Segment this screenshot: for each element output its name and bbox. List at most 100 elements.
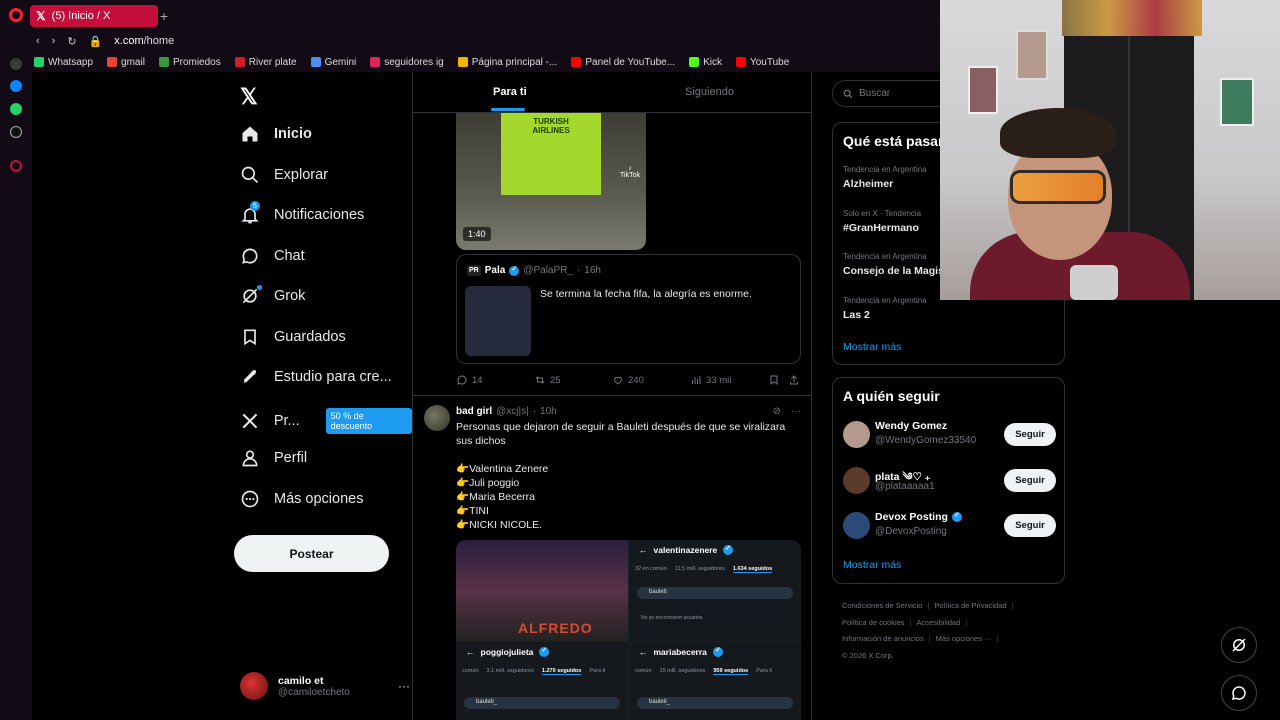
footer-link[interactable]: Accesibilidad — [917, 618, 961, 627]
reply-button[interactable]: 14 — [456, 374, 483, 386]
left-navigation: 𝕏 Inicio Explorar Notificaciones 5 Chat Grok G… — [232, 72, 412, 720]
home-icon — [242, 126, 258, 142]
bookmark-item[interactable]: River plate — [234, 57, 297, 68]
search-icon — [241, 166, 259, 183]
address-bar: ‹ › ↻ 🔒 x.com/home — [0, 30, 940, 52]
footer-link[interactable]: Política de cookies — [842, 618, 905, 627]
nav-item-grok[interactable]: Grok — [240, 285, 305, 306]
repost-button[interactable]: 25 — [534, 374, 561, 386]
tweet-actions: 14 25 240 33 mil — [456, 374, 801, 388]
bookmark-item[interactable]: seguidores ig — [370, 57, 444, 68]
trend-item[interactable]: Tendencia en Argentina Consejo de la Magi… — [843, 252, 947, 277]
like-button[interactable]: 240 — [612, 374, 644, 386]
back-icon[interactable]: ‹ — [36, 35, 40, 47]
tweet-text-line — [456, 448, 801, 462]
suggestion-handle: @plataaaaa1 — [875, 480, 935, 492]
media-screenshot[interactable]: ←poggiojulieta común3,1 mill. seguidores… — [456, 642, 628, 720]
account-switcher[interactable]: camilo et @camiloetcheto ··· — [240, 672, 410, 700]
nav-item-pr[interactable]: Pr... 50 % de descuento — [240, 407, 412, 434]
follow-button[interactable]: Seguir — [1004, 423, 1056, 446]
more-dots-icon[interactable]: ··· — [398, 679, 410, 693]
bookmark-item[interactable]: YouTube — [735, 57, 789, 68]
verified-icon — [509, 265, 520, 276]
media-screenshot[interactable]: ←mariabecerra común15 mill. seguidores95… — [629, 642, 801, 720]
trend-name: Alzheimer — [843, 178, 894, 190]
nav-label: Pr... — [273, 412, 300, 429]
follow-suggestion[interactable]: Devox Posting @DevoxPosting Seguir — [843, 511, 1056, 541]
nav-item-chat[interactable]: Chat — [240, 246, 305, 266]
bookmark-item[interactable]: Whatsapp — [34, 57, 93, 68]
show-more-trends-link[interactable]: Mostrar más — [843, 341, 901, 353]
bookmark-tweet-button[interactable] — [768, 374, 780, 386]
bookmark-favicon-icon — [571, 57, 582, 67]
avatar — [843, 512, 870, 539]
tweet-author-handle[interactable]: @xcj|s| — [496, 406, 529, 417]
bookmark-item[interactable]: gmail — [107, 57, 145, 68]
grok-fab-button[interactable] — [1221, 627, 1257, 663]
nav-label: Chat — [274, 247, 305, 264]
footer-link[interactable]: Información de anuncios — [842, 634, 924, 643]
quote-tweet[interactable]: PR Pala @PalaPR_ · 16h Se termina la fec… — [456, 254, 801, 364]
footer-link[interactable]: Más opciones ··· — [936, 634, 992, 643]
chat-icon — [242, 248, 258, 264]
follow-suggestion[interactable]: plata ༄♡ ₊ @plataaaaa1 Seguir — [843, 466, 1056, 496]
nav-item-explorar[interactable]: Explorar — [240, 165, 328, 185]
follow-button[interactable]: Seguir — [1004, 514, 1056, 537]
new-tab-icon[interactable]: + — [160, 8, 168, 24]
chat-icon — [1231, 686, 1246, 701]
nav-item-más-opciones[interactable]: Más opciones — [240, 489, 363, 509]
nav-item-perfil[interactable]: Perfil — [240, 448, 307, 468]
media-screenshot[interactable]: ←valentinazenere 32 en común11,5 mill. s… — [629, 540, 801, 641]
stat-label: 1.270 seguidos — [541, 668, 582, 675]
reload-icon[interactable]: ↻ — [67, 35, 76, 48]
nav-item-estudio-para-cre[interactable]: Estudio para cre... — [240, 367, 392, 387]
settings-icon[interactable] — [10, 160, 22, 172]
follow-suggestion[interactable]: Wendy Gomez @WendyGomez33540 Seguir — [843, 420, 1056, 450]
tab-following[interactable]: Siguiendo — [685, 86, 734, 98]
media-photo[interactable]: ALFREDO — [456, 540, 628, 641]
bookmark-item[interactable]: Promiedos — [158, 57, 221, 68]
forward-icon[interactable]: › — [52, 35, 56, 47]
nav-item-guardados[interactable]: Guardados — [240, 327, 346, 347]
person-icon — [242, 450, 258, 467]
url-field[interactable]: x.com/home — [114, 35, 174, 47]
trend-item[interactable]: Tendencia en Argentina Alzheimer — [843, 165, 927, 190]
video-thumbnail[interactable]: TURKISH AIRLINES ♪ TikTok 1:40 — [456, 113, 646, 250]
views-button[interactable]: 33 mil — [690, 374, 731, 386]
tweet-time[interactable]: 10h — [540, 406, 557, 417]
ai-icon[interactable] — [10, 58, 22, 70]
trend-item[interactable]: Tendencia en Argentina Las 2 — [843, 296, 927, 321]
bookmark-item[interactable]: Panel de YouTube... — [571, 57, 675, 68]
share-button[interactable] — [788, 374, 800, 386]
messenger-icon[interactable] — [10, 80, 22, 92]
trend-item[interactable]: Solo en X · Tendencia #GranHermano — [843, 209, 921, 234]
avatar[interactable] — [424, 405, 450, 431]
lock-icon: 🔒 — [88, 35, 103, 48]
tweet-text: Personas que dejaron de seguir a Bauleti… — [456, 420, 801, 532]
footer-link[interactable]: Condiciones de Servicio — [842, 601, 922, 610]
rocket-icon — [244, 370, 256, 383]
opera-logo-icon[interactable] — [9, 8, 23, 22]
bookmark-item[interactable]: Kick — [689, 57, 722, 68]
whatsapp-icon[interactable] — [10, 103, 22, 115]
follow-button[interactable]: Seguir — [1004, 468, 1056, 492]
grok-icon[interactable]: ⊘ — [773, 406, 781, 417]
footer-link[interactable]: Política de Privacidad — [934, 601, 1006, 610]
bookmark-favicon-icon — [158, 57, 169, 67]
tweet-author-name[interactable]: bad girl — [456, 406, 492, 417]
messages-fab-button[interactable] — [1221, 675, 1257, 711]
x-logo-icon[interactable]: 𝕏 — [240, 84, 258, 110]
x-icon[interactable] — [10, 126, 22, 138]
browser-tab[interactable]: 𝕏 (5) Inicio / X — [30, 5, 158, 27]
post-button[interactable]: Postear — [234, 535, 389, 572]
more-dots-icon[interactable]: ··· — [791, 406, 801, 417]
avatar — [843, 466, 870, 494]
bookmark-item[interactable]: Página principal -... — [457, 57, 557, 68]
nav-item-inicio[interactable]: Inicio — [240, 124, 312, 144]
stat-label: 959 seguidos — [713, 668, 749, 675]
show-more-follow-link[interactable]: Mostrar más — [843, 559, 901, 571]
tweet-media-grid[interactable]: ALFREDO ←valentinazenere 32 en común11,5… — [456, 540, 801, 720]
nav-item-notificaciones[interactable]: Notificaciones 5 — [240, 201, 364, 225]
tab-for-you[interactable]: Para ti — [491, 86, 527, 111]
bookmark-item[interactable]: Gemini — [310, 57, 356, 68]
